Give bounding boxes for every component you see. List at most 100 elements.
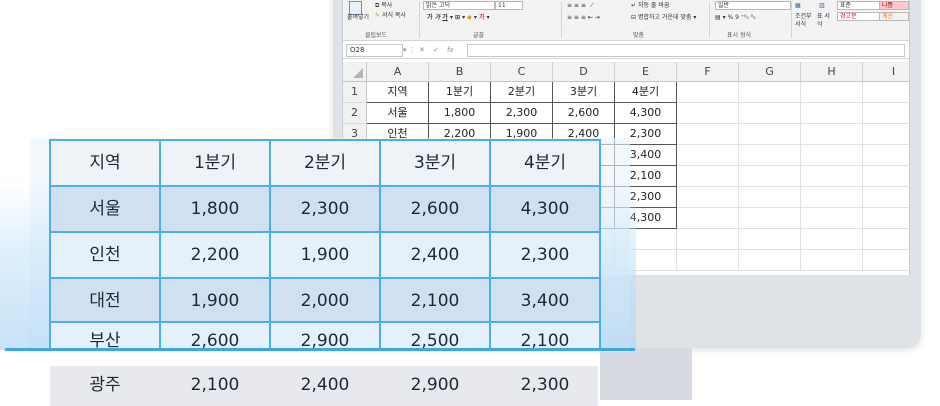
style-normal[interactable]: 표준 — [837, 1, 881, 10]
zoom-grid-line — [269, 140, 271, 350]
cell-i4[interactable] — [863, 145, 909, 166]
format-painter-button[interactable]: ✎ 서식 복사 — [375, 12, 406, 20]
cond-format-icon[interactable]: ▦ — [795, 2, 801, 10]
cell-i5[interactable] — [863, 166, 909, 187]
cell-f9[interactable] — [677, 250, 739, 271]
cell-f8[interactable] — [677, 229, 739, 250]
fx-icon[interactable]: fx — [447, 44, 454, 56]
cell-h1[interactable] — [801, 82, 863, 103]
cell-b1[interactable]: 1분기 — [429, 82, 491, 103]
cell-a1[interactable]: 지역 — [367, 82, 429, 103]
row-header-2[interactable]: 2 — [343, 103, 367, 124]
cell-g9[interactable] — [739, 250, 801, 271]
zoom-cell: 1,900 — [300, 245, 350, 265]
align-bottom-buttons[interactable]: ≡ ≡ ≡ ⇤ ⇥ — [567, 14, 600, 22]
cell-i9[interactable] — [863, 250, 909, 271]
cell-a2[interactable]: 서울 — [367, 103, 429, 124]
cell-h6[interactable] — [801, 187, 863, 208]
cell-c1[interactable]: 2분기 — [491, 82, 553, 103]
cell-b2[interactable]: 1,800 — [429, 103, 491, 124]
row-header-1[interactable]: 1 — [343, 82, 367, 103]
cell-d2[interactable]: 2,600 — [553, 103, 615, 124]
align-top-buttons[interactable]: ≡ ≡ ≡ ⟋ — [567, 2, 594, 10]
cell-i8[interactable] — [863, 229, 909, 250]
style-warning[interactable]: 경고문 — [837, 12, 881, 21]
cell-h8[interactable] — [801, 229, 863, 250]
cell-f4[interactable] — [677, 145, 739, 166]
cell-g6[interactable] — [739, 187, 801, 208]
font-group-label: 글꼴 — [473, 32, 485, 39]
cell-c2[interactable]: 2,300 — [491, 103, 553, 124]
cell-h5[interactable] — [801, 166, 863, 187]
cell-g8[interactable] — [739, 229, 801, 250]
zoom-header-cell: 3분기 — [413, 153, 457, 173]
table-format-button[interactable]: 표 서식 — [817, 13, 835, 29]
font-format-buttons[interactable]: 가 가 가 ▾ ⊞ ▾ ◆ ▾ 가 ▾ — [427, 14, 490, 22]
column-header-e[interactable]: E — [615, 62, 677, 82]
cell-h7[interactable] — [801, 208, 863, 229]
zoom-grid-line — [489, 140, 491, 350]
cell-d1[interactable]: 3분기 — [553, 82, 615, 103]
cell-i6[interactable] — [863, 187, 909, 208]
cell-e1[interactable]: 4분기 — [615, 82, 677, 103]
wrap-text-button[interactable]: ↵ 자동 줄 바꿈 — [631, 2, 669, 10]
cell-g3[interactable] — [739, 124, 801, 145]
cell-e2[interactable]: 4,300 — [615, 103, 677, 124]
cell-h4[interactable] — [801, 145, 863, 166]
number-format-buttons[interactable]: ▤ ▾ % 9 ⁺⁰₀ ⁰₀ — [715, 14, 756, 22]
cell-i7[interactable] — [863, 208, 909, 229]
cell-f7[interactable] — [677, 208, 739, 229]
column-header-g[interactable]: G — [739, 62, 801, 82]
zoom-cell: 2,300 — [300, 199, 350, 219]
cell-i3[interactable] — [863, 124, 909, 145]
copy-button[interactable]: ⧉ 복사 — [375, 2, 392, 10]
column-header-b[interactable]: B — [429, 62, 491, 82]
font-size-select[interactable]: 11 — [495, 1, 523, 10]
name-box-dropdown-icon[interactable]: ▾ ⋮ — [403, 44, 416, 56]
cell-h2[interactable] — [801, 103, 863, 124]
divider — [419, 2, 420, 38]
paste-icon[interactable] — [349, 1, 362, 15]
zoom-grid-line — [49, 231, 601, 233]
cell-g4[interactable] — [739, 145, 801, 166]
merge-icon: ⊟ — [631, 14, 637, 21]
cell-g1[interactable] — [739, 82, 801, 103]
font-name-select[interactable]: 맑은 고딕 — [423, 1, 495, 10]
zoom-cell: 2,400 — [300, 375, 350, 395]
cond-format-button[interactable]: 조건부 서식 — [795, 13, 817, 29]
divider — [709, 2, 710, 38]
zoom-grid-line — [159, 140, 161, 350]
column-header-f[interactable]: F — [677, 62, 739, 82]
column-header-i[interactable]: I — [863, 62, 909, 82]
style-bad[interactable]: 나쁨 — [879, 1, 909, 10]
column-header-d[interactable]: D — [553, 62, 615, 82]
number-format-select[interactable]: 일반 — [715, 1, 791, 10]
merge-center-button[interactable]: ⊟ 병합하고 가운데 맞춤 ▾ — [631, 14, 696, 22]
cell-h9[interactable] — [801, 250, 863, 271]
style-calc[interactable]: 계산 — [879, 12, 909, 21]
table-format-icon[interactable]: ▥ — [819, 2, 825, 10]
column-header-a[interactable]: A — [367, 62, 429, 82]
column-header-c[interactable]: C — [491, 62, 553, 82]
column-header-h[interactable]: H — [801, 62, 863, 82]
cell-f3[interactable] — [677, 124, 739, 145]
cell-i1[interactable] — [863, 82, 909, 103]
zoom-cell: 2,100 — [410, 291, 460, 311]
cell-f1[interactable] — [677, 82, 739, 103]
cancel-icon[interactable]: ✕ — [419, 44, 425, 56]
cell-f2[interactable] — [677, 103, 739, 124]
paste-button-label[interactable]: 붙여넣기 — [347, 14, 369, 22]
select-all-corner[interactable] — [343, 62, 367, 82]
cell-f5[interactable] — [677, 166, 739, 187]
formula-input[interactable] — [467, 44, 905, 57]
cell-g2[interactable] — [739, 103, 801, 124]
cell-h3[interactable] — [801, 124, 863, 145]
cell-f6[interactable] — [677, 187, 739, 208]
enter-icon[interactable]: ✓ — [433, 44, 439, 56]
copy-icon: ⧉ — [375, 2, 380, 9]
cell-i2[interactable] — [863, 103, 909, 124]
cell-g5[interactable] — [739, 166, 801, 187]
zoom-grid-line — [49, 277, 601, 279]
name-box[interactable]: O28 — [346, 44, 403, 57]
cell-g7[interactable] — [739, 208, 801, 229]
